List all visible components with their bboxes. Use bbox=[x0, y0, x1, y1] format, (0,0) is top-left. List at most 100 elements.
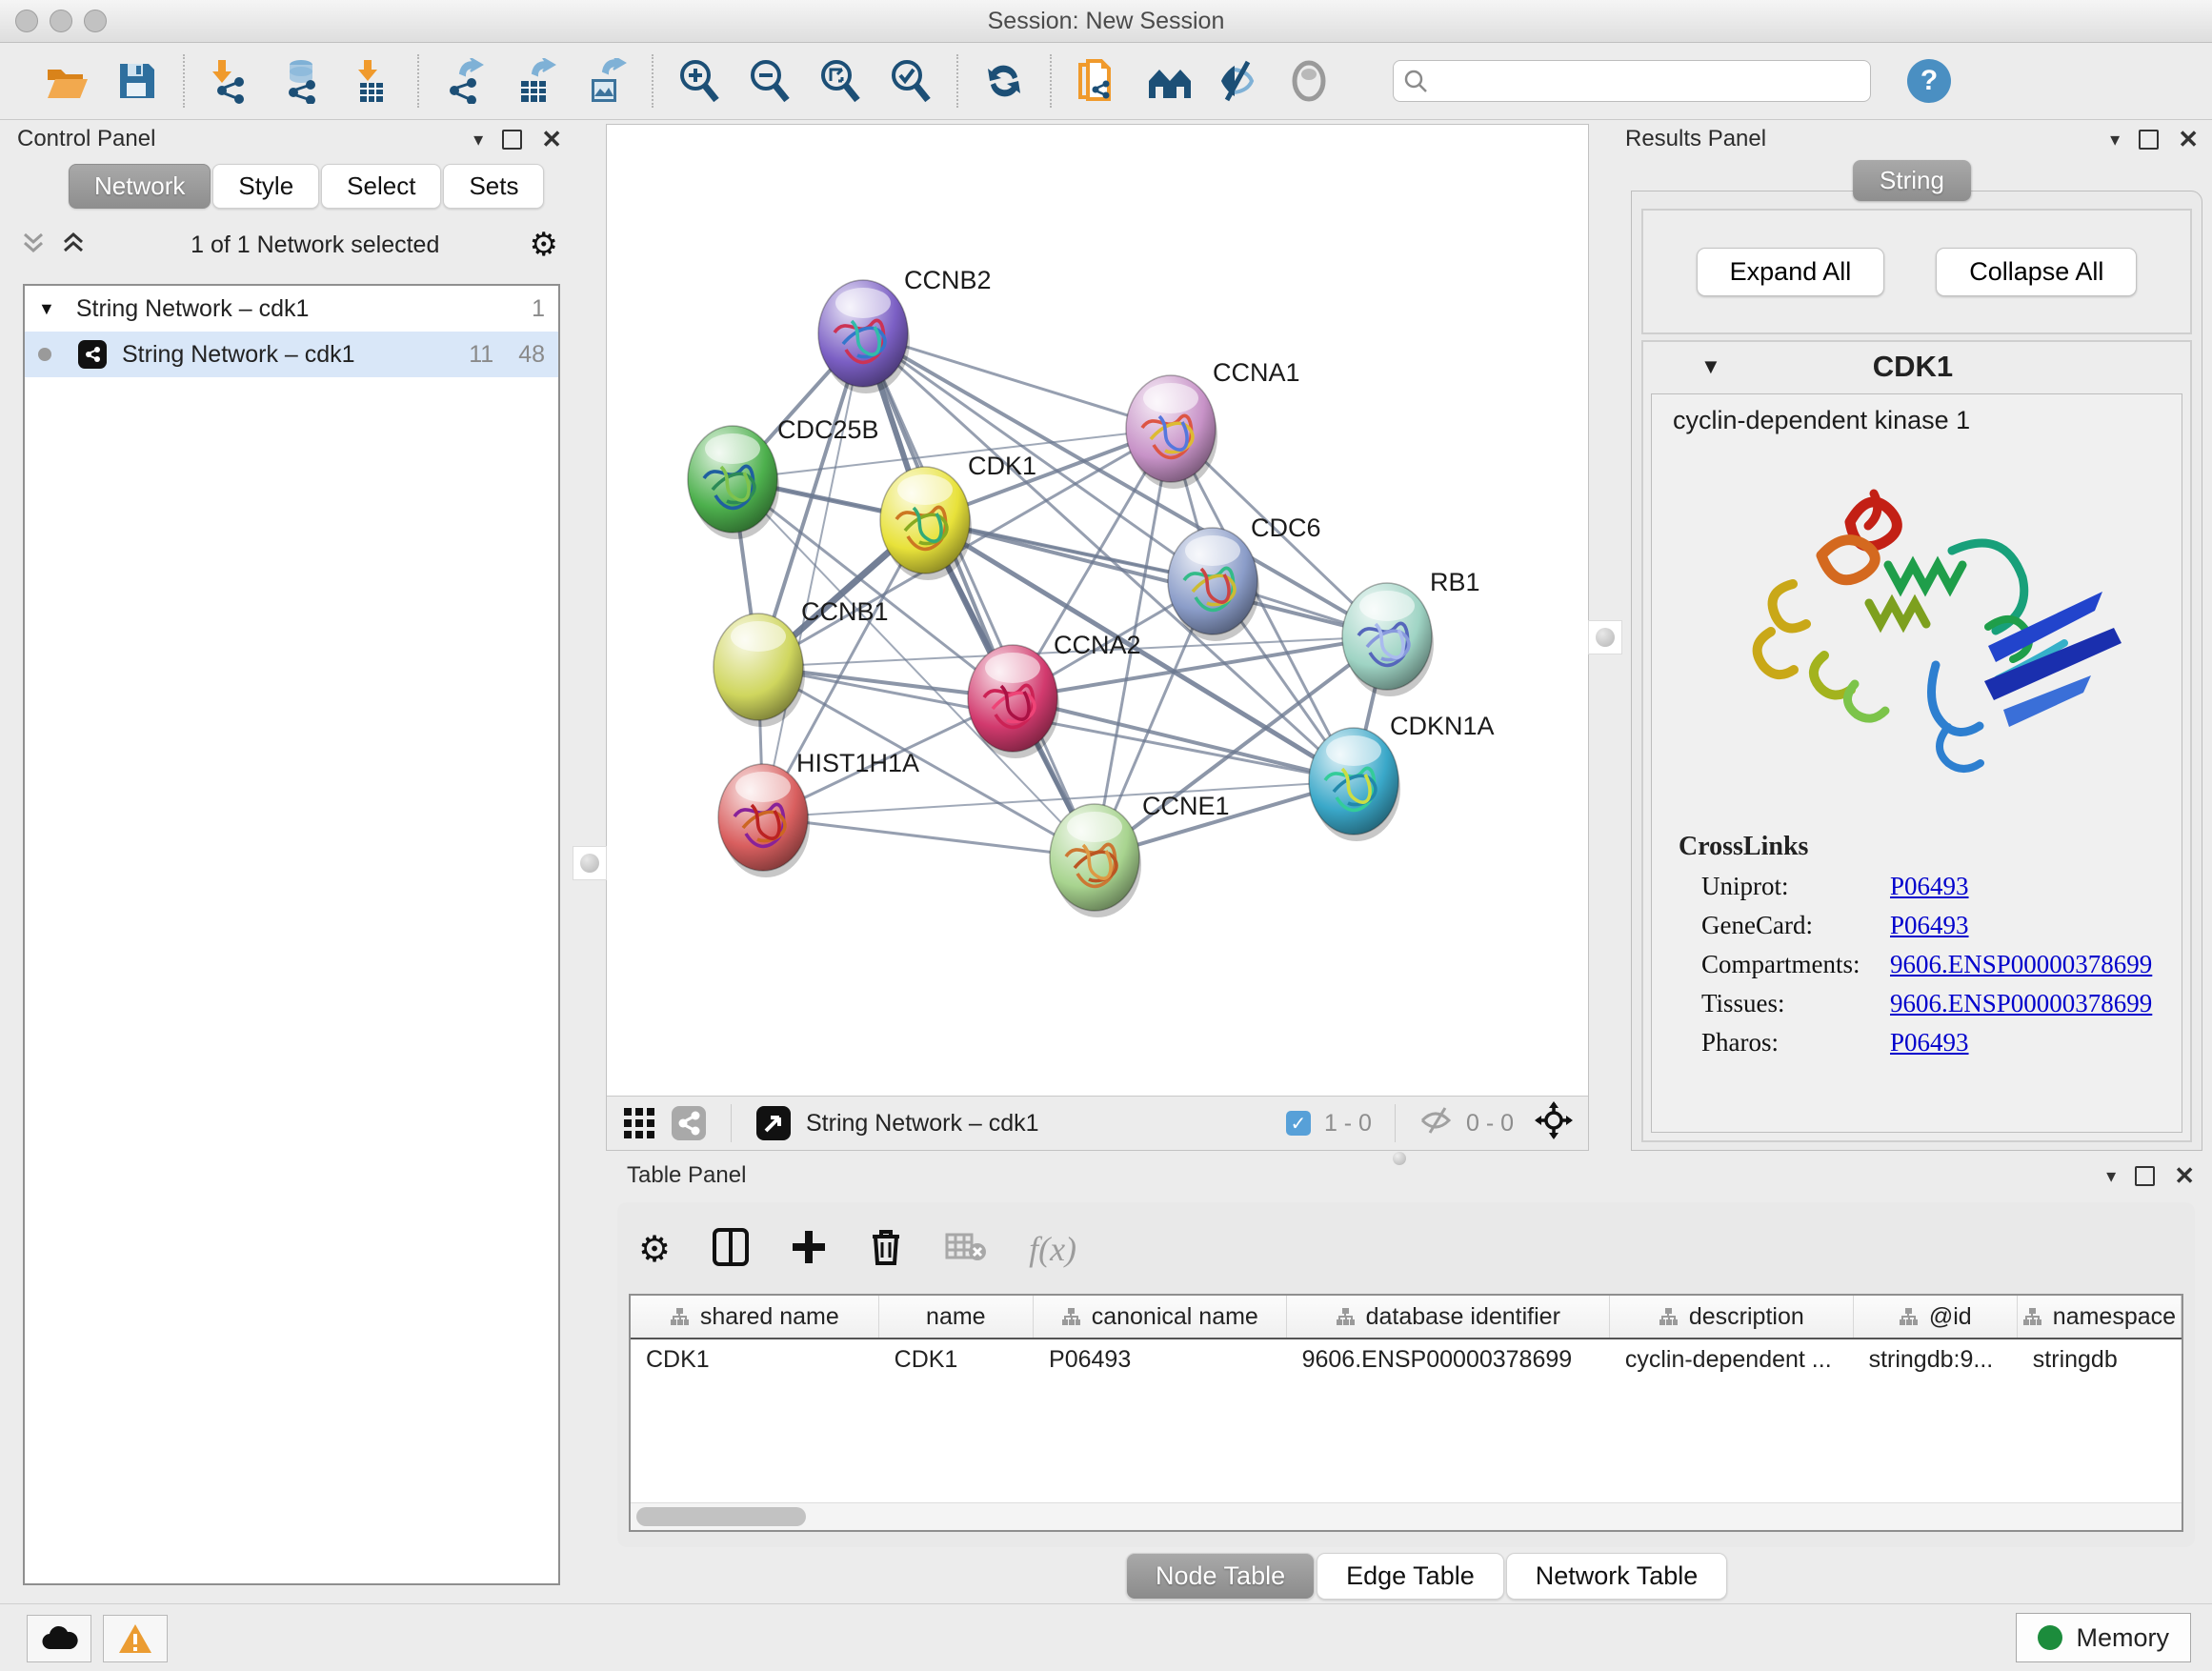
node-CDK1[interactable]: CDK1 bbox=[880, 452, 1036, 580]
crosslink-link[interactable]: 9606.ENSP00000378699 bbox=[1890, 950, 2152, 979]
crosslink-link[interactable]: P06493 bbox=[1890, 911, 1969, 940]
cell-database-identifier[interactable]: 9606.ENSP00000378699 bbox=[1287, 1346, 1610, 1374]
cell-canonical-name[interactable]: P06493 bbox=[1034, 1346, 1287, 1374]
tab-sets[interactable]: Sets bbox=[443, 164, 544, 209]
tab-string[interactable]: String bbox=[1853, 160, 1971, 201]
export-image-icon[interactable] bbox=[583, 58, 629, 104]
export-table-icon[interactable] bbox=[513, 58, 558, 104]
cell-shared-name[interactable]: CDK1 bbox=[631, 1346, 879, 1374]
close-results-icon[interactable]: ✕ bbox=[2178, 125, 2199, 154]
selected-checkbox-icon[interactable]: ✓ bbox=[1286, 1111, 1311, 1136]
network-edges[interactable] bbox=[733, 333, 1387, 857]
network-options-gear-icon[interactable]: ⚙ bbox=[530, 226, 558, 264]
maximize-panel-icon[interactable] bbox=[502, 130, 522, 150]
maximize-results-icon[interactable] bbox=[2139, 130, 2159, 150]
window-title: Session: New Session bbox=[0, 8, 2212, 35]
cell-description[interactable]: cyclin-dependent ... bbox=[1610, 1346, 1854, 1374]
table-options-gear-icon[interactable]: ⚙ bbox=[638, 1228, 671, 1271]
node-CCNE1[interactable]: CCNE1 bbox=[1050, 792, 1230, 917]
node-CCNB2[interactable]: CCNB2 bbox=[818, 266, 992, 393]
new-network-from-selection-icon[interactable] bbox=[1075, 58, 1120, 104]
close-table-icon[interactable]: ✕ bbox=[2174, 1161, 2195, 1191]
import-network-icon[interactable] bbox=[208, 58, 253, 104]
import-database-icon[interactable] bbox=[278, 58, 324, 104]
hide-selection-icon[interactable] bbox=[1216, 58, 1261, 104]
network-canvas[interactable]: CCNB2CCNA1CDC25BCDK1CDC6RB1CCNB1CCNA2CDK… bbox=[607, 125, 1588, 1096]
delete-table-icon[interactable] bbox=[945, 1231, 987, 1268]
column-header-description[interactable]: description bbox=[1610, 1296, 1854, 1338]
node-label-CCNA1: CCNA1 bbox=[1213, 358, 1300, 387]
float-table-icon[interactable]: ▾ bbox=[2106, 1164, 2116, 1188]
zoom-in-icon[interactable] bbox=[676, 58, 722, 104]
function-builder-icon[interactable]: f(x) bbox=[1029, 1229, 1076, 1269]
delete-column-icon[interactable] bbox=[869, 1227, 903, 1272]
grid-view-icon[interactable] bbox=[622, 1100, 656, 1146]
column-header-namespace[interactable]: namespace bbox=[2018, 1296, 2182, 1338]
collection-disclosure-icon[interactable]: ▼ bbox=[38, 299, 55, 319]
edge-CCNB2-CCNE1[interactable] bbox=[863, 333, 1095, 857]
zoom-out-icon[interactable] bbox=[747, 58, 793, 104]
close-panel-icon[interactable]: ✕ bbox=[541, 125, 562, 154]
fit-content-icon[interactable] bbox=[1535, 1101, 1573, 1146]
tab-edge-table[interactable]: Edge Table bbox=[1317, 1553, 1504, 1600]
cell-name[interactable]: CDK1 bbox=[879, 1346, 1034, 1374]
right-splitter-handle[interactable] bbox=[1588, 620, 1622, 654]
add-column-icon[interactable] bbox=[791, 1229, 827, 1270]
apply-layout-icon[interactable] bbox=[981, 58, 1027, 104]
node-CDKN1A[interactable]: CDKN1A bbox=[1309, 712, 1495, 841]
edge-CCNE1-HIST1H1A[interactable] bbox=[763, 817, 1095, 857]
node-RB1[interactable]: RB1 bbox=[1342, 568, 1480, 696]
column-header-name[interactable]: name bbox=[879, 1296, 1034, 1338]
scrollbar-thumb[interactable] bbox=[636, 1507, 806, 1526]
import-table-icon[interactable] bbox=[349, 58, 394, 104]
birdseye-toggle-icon[interactable] bbox=[754, 1100, 793, 1146]
collapse-all-button[interactable]: Collapse All bbox=[1936, 248, 2137, 296]
open-session-icon[interactable] bbox=[44, 58, 90, 104]
tab-node-table[interactable]: Node Table bbox=[1126, 1553, 1315, 1600]
show-all-icon[interactable] bbox=[1286, 58, 1332, 104]
export-network-icon[interactable] bbox=[442, 58, 488, 104]
table-row[interactable]: CDK1CDK1P064939606.ENSP00000378699cyclin… bbox=[631, 1339, 2182, 1379]
column-header-canonical-name[interactable]: canonical name bbox=[1034, 1296, 1287, 1338]
cloud-button[interactable] bbox=[27, 1615, 91, 1662]
warnings-button[interactable] bbox=[103, 1615, 168, 1662]
expand-all-button[interactable]: Expand All bbox=[1697, 248, 1885, 296]
show-columns-icon[interactable] bbox=[713, 1228, 749, 1271]
column-header-@id[interactable]: @id bbox=[1854, 1296, 2018, 1338]
float-results-icon[interactable]: ▾ bbox=[2110, 128, 2120, 151]
column-header-shared-name[interactable]: shared name bbox=[631, 1296, 879, 1338]
gene-disclosure-icon[interactable]: ▼ bbox=[1700, 354, 1721, 379]
save-session-icon[interactable] bbox=[114, 58, 160, 104]
tab-select[interactable]: Select bbox=[321, 164, 441, 209]
zoom-fit-icon[interactable] bbox=[817, 58, 863, 104]
column-header-database-identifier[interactable]: database identifier bbox=[1287, 1296, 1610, 1338]
node-table[interactable]: shared namenamecanonical namedatabase id… bbox=[629, 1294, 2183, 1532]
tab-style[interactable]: Style bbox=[212, 164, 319, 209]
help-button[interactable]: ? bbox=[1907, 59, 1951, 103]
node-CDC6[interactable]: CDC6 bbox=[1168, 513, 1321, 641]
network-view-panel[interactable]: CCNB2CCNA1CDC25BCDK1CDC6RB1CCNB1CCNA2CDK… bbox=[606, 124, 1589, 1151]
crosslink-link[interactable]: P06493 bbox=[1890, 1028, 1969, 1057]
float-panel-icon[interactable]: ▾ bbox=[473, 128, 483, 151]
string-view-icon[interactable] bbox=[670, 1100, 708, 1146]
zoom-selected-icon[interactable] bbox=[888, 58, 934, 104]
crosslink-link[interactable]: P06493 bbox=[1890, 872, 1969, 901]
table-horizontal-scrollbar[interactable] bbox=[631, 1502, 2182, 1530]
cell-@id[interactable]: stringdb:9... bbox=[1854, 1346, 2018, 1374]
expand-all-networks-icon[interactable] bbox=[61, 231, 86, 260]
search-input[interactable] bbox=[1428, 67, 1860, 95]
gene-section-header[interactable]: ▼ CDK1 bbox=[1643, 342, 2190, 392]
tab-network[interactable]: Network bbox=[69, 164, 211, 209]
search-box[interactable] bbox=[1393, 60, 1871, 102]
tab-network-table[interactable]: Network Table bbox=[1506, 1553, 1728, 1600]
first-neighbors-icon[interactable] bbox=[1145, 58, 1191, 104]
edge-CCNB2-HIST1H1A[interactable] bbox=[763, 333, 863, 817]
cell-namespace[interactable]: stringdb bbox=[2018, 1346, 2182, 1374]
collapse-all-networks-icon[interactable] bbox=[21, 231, 46, 260]
memory-button[interactable]: Memory bbox=[2016, 1613, 2191, 1662]
network-row[interactable]: String Network – cdk1 11 48 bbox=[25, 332, 558, 377]
network-collection-row[interactable]: ▼ String Network – cdk1 1 bbox=[25, 286, 558, 332]
crosslink-link[interactable]: 9606.ENSP00000378699 bbox=[1890, 989, 2152, 1018]
left-splitter-handle[interactable] bbox=[573, 846, 607, 880]
maximize-table-icon[interactable] bbox=[2135, 1166, 2155, 1186]
